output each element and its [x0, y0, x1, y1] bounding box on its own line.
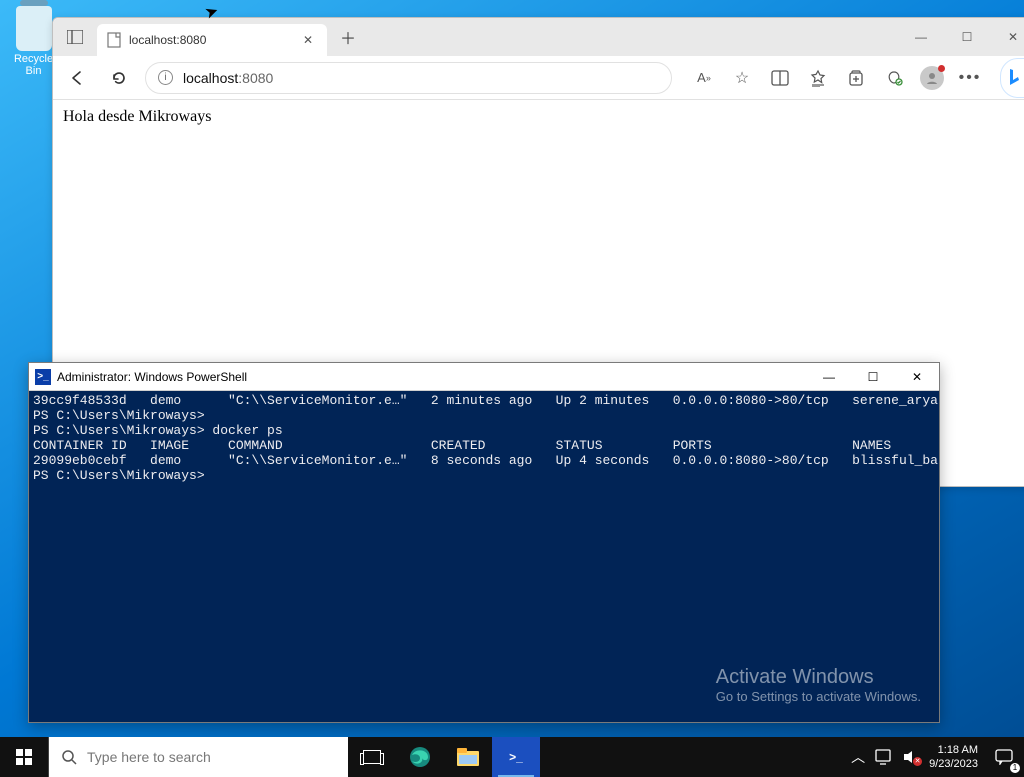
address-bar[interactable]: i localhost:8080 [145, 62, 672, 94]
favorites-bar-icon[interactable] [802, 62, 834, 94]
network-icon[interactable] [875, 749, 893, 765]
bing-sidebar-icon[interactable] [1000, 58, 1024, 98]
taskbar-search[interactable]: Type here to search [48, 737, 348, 777]
more-menu-icon[interactable]: ••• [954, 62, 986, 94]
powershell-body[interactable]: 39cc9f48533d demo "C:\\ServiceMonitor.e…… [29, 391, 939, 722]
split-screen-icon[interactable] [764, 62, 796, 94]
browser-tab[interactable]: localhost:8080 ✕ [97, 24, 327, 56]
maximize-button[interactable]: ☐ [944, 22, 990, 52]
search-placeholder: Type here to search [87, 749, 211, 765]
site-info-icon[interactable]: i [158, 70, 173, 85]
recycle-bin-icon [16, 6, 52, 51]
tab-close-icon[interactable]: ✕ [299, 33, 317, 47]
edge-toolbar: i localhost:8080 A» ☆ [53, 56, 1024, 100]
powershell-title: Administrator: Windows PowerShell [57, 370, 247, 384]
taskbar-powershell[interactable]: >_ [492, 737, 540, 777]
volume-icon[interactable]: ✕ [903, 750, 919, 764]
profile-button[interactable] [916, 62, 948, 94]
collections-icon[interactable] [840, 62, 872, 94]
ps-close-button[interactable]: ✕ [895, 364, 939, 390]
taskbar: Type here to search >_ ︿ ✕ 1:18 AM 9/23/… [0, 737, 1024, 777]
start-button[interactable] [0, 737, 48, 777]
windows-logo-icon [16, 749, 32, 765]
edge-titlebar[interactable]: localhost:8080 ✕ ＋ ― ☐ ✕ [53, 18, 1024, 56]
ps-minimize-button[interactable]: ― [807, 364, 851, 390]
ps-maximize-button[interactable]: ☐ [851, 364, 895, 390]
notifications-button[interactable]: 1 [984, 737, 1024, 777]
taskbar-edge[interactable] [396, 737, 444, 777]
tray-chevron-icon[interactable]: ︿ [851, 747, 865, 767]
back-button[interactable] [61, 62, 93, 94]
avatar-icon [920, 66, 944, 90]
tab-actions-icon[interactable] [59, 23, 91, 51]
task-view-icon [363, 750, 381, 764]
url-text: localhost:8080 [183, 70, 273, 86]
clock[interactable]: 1:18 AM 9/23/2023 [929, 743, 978, 771]
powershell-icon: >_ [35, 369, 51, 385]
taskbar-explorer[interactable] [444, 737, 492, 777]
favorite-icon[interactable]: ☆ [726, 62, 758, 94]
task-view-button[interactable] [348, 737, 396, 777]
page-body-text: Hola desde Mikroways [63, 108, 211, 125]
powershell-titlebar[interactable]: >_ Administrator: Windows PowerShell ― ☐… [29, 363, 939, 391]
powershell-output: 39cc9f48533d demo "C:\\ServiceMonitor.e…… [29, 391, 939, 722]
refresh-button[interactable] [103, 62, 135, 94]
tab-title: localhost:8080 [129, 33, 206, 47]
close-button[interactable]: ✕ [990, 22, 1024, 52]
system-tray: ︿ ✕ 1:18 AM 9/23/2023 [841, 737, 984, 777]
page-icon [107, 32, 121, 48]
performance-icon[interactable] [878, 62, 910, 94]
read-aloud-icon[interactable]: A» [688, 62, 720, 94]
powershell-window: >_ Administrator: Windows PowerShell ― ☐… [28, 362, 940, 723]
minimize-button[interactable]: ― [898, 22, 944, 52]
new-tab-button[interactable]: ＋ [333, 22, 363, 52]
search-icon [61, 749, 77, 765]
